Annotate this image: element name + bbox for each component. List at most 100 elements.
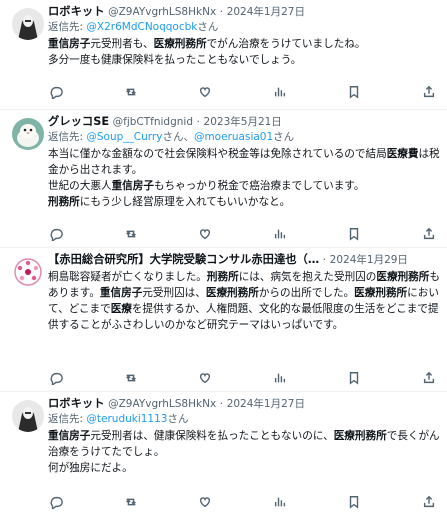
reply-mention-link[interactable]: @Soup__Curry [86,131,162,143]
like-icon[interactable] [197,494,213,510]
retweet-icon[interactable] [123,84,139,100]
tweet-body: ロボキット @Z9AYvgrhLS8HkNx · 2024年1月27日 返信先:… [48,4,441,68]
tweet-text: 重信房子元受刑者も、医療刑務所でがん治療をうけていましたね。多分一度も健康保険料… [48,36,441,68]
avatar[interactable] [12,8,44,40]
display-name[interactable]: 【赤田総合研究所】大学院受験コンサル赤田達也（… [48,253,319,266]
highlighted-term: 刑務所 [206,271,239,283]
like-icon[interactable] [197,226,213,242]
highlighted-term: 医療刑務所 [333,430,387,442]
handle[interactable]: @Z9AYvgrhLS8HkNx [108,6,216,18]
tweet-text: 重信房子元受刑者は、健康保険料を払ったこともないのに、医療刑務所で長くがん治療を… [48,428,441,476]
reply-prefix: 返信先: [48,21,87,33]
reply-icon[interactable] [48,494,64,510]
highlighted-term: 重信房子 [48,38,91,50]
text-segment: には、病気を抱えた受刑囚の [238,271,377,283]
bookmark-icon[interactable] [346,84,362,100]
text-segment: 本当に僅かな金額なので社会保険料や税金等は免除されているので結局 [48,148,387,160]
tweet-body: グレッコSE @fjbCTfnidgnid · 2023年5月21日 返信先: … [48,114,441,210]
tweet-paragraph: 本当に僅かな金額なので社会保険料や税金等は免除されているので結局医療費は税金から… [48,146,441,178]
views-icon[interactable] [272,84,288,100]
reply-prefix: 返信先: [48,413,87,425]
text-segment: 元受刑者も、 [90,38,154,50]
action-bar [48,84,437,100]
display-name[interactable]: ロボキット [48,5,105,18]
highlighted-term: 医療刑務所 [153,38,207,50]
text-segment: にもう少し経営原理を入れてもいいかなと。 [79,196,291,208]
tweet-1[interactable]: ロボキット @Z9AYvgrhLS8HkNx · 2024年1月27日 返信先:… [0,0,447,110]
reply-mention-link[interactable]: @teruduki1113 [86,413,167,425]
avatar[interactable] [12,256,44,288]
avatar[interactable] [12,118,44,150]
reply-to-line: 返信先: @teruduki1113さん [48,413,189,425]
views-icon[interactable] [272,226,288,242]
display-name[interactable]: グレッコSE [48,115,109,128]
tweet-body: 【赤田総合研究所】大学院受験コンサル赤田達也（… · 2024年1月29日 桐島… [48,252,441,333]
highlighted-term: 医療 [110,303,132,315]
tweet-2[interactable]: グレッコSE @fjbCTfnidgnid · 2023年5月21日 返信先: … [0,110,447,248]
reply-icon[interactable] [48,226,64,242]
action-bar [48,226,437,242]
highlighted-term: 重信房子 [48,430,91,442]
text-segment: でがん治療をうけていましたね。 [206,38,366,50]
highlighted-term: 医療刑務所 [205,287,259,299]
action-bar [48,370,437,386]
highlighted-term: 重信房子 [99,287,143,299]
share-icon[interactable] [421,370,437,386]
handle[interactable]: @fjbCTfnidgnid [113,116,193,128]
tweet-paragraph: 刑務所にもう少し経営原理を入れてもいいかなと。 [48,194,441,210]
like-icon[interactable] [197,84,213,100]
bookmark-icon[interactable] [346,494,362,510]
tweet-paragraph: 桐島聡容疑者が亡くなりました。刑務所には、病気を抱えた受刑囚の医療刑務所もありま… [48,269,441,333]
reply-mention-link[interactable]: @X2r6MdCNoqqocbk [86,21,197,33]
highlighted-term: 重信房子 [111,180,154,192]
action-bar [48,494,437,510]
text-segment: 何が独房にだよ。 [48,462,133,474]
bookmark-icon[interactable] [346,226,362,242]
tweet-paragraph: 世紀の大悪人重信房子もちゃっかり税金で癌治療までしています。 [48,178,441,194]
display-name[interactable]: ロボキット [48,397,105,410]
tweet-paragraph: 重信房子元受刑者も、医療刑務所でがん治療をうけていましたね。 [48,36,441,52]
retweet-icon[interactable] [123,226,139,242]
share-icon[interactable] [421,84,437,100]
tweet-4[interactable]: ロボキット @Z9AYvgrhLS8HkNx · 2024年1月27日 返信先:… [0,392,447,515]
tweet-3[interactable]: 【赤田総合研究所】大学院受験コンサル赤田達也（… · 2024年1月29日 桐島… [0,248,447,392]
tweet-header: 【赤田総合研究所】大学院受験コンサル赤田達也（… · 2024年1月29日 [48,253,408,266]
views-icon[interactable] [272,370,288,386]
text-segment: 多分一度も健康保険料を払ったこともないでしょう。 [48,54,302,66]
share-icon[interactable] [421,226,437,242]
highlighted-term: 医療刑務所 [354,287,408,299]
views-icon[interactable] [272,494,288,510]
retweet-icon[interactable] [123,370,139,386]
retweet-icon[interactable] [123,494,139,510]
avatar[interactable] [12,400,44,432]
text-segment: 桐島聡容疑者が亡くなりました。 [48,271,207,283]
tweet-paragraph: 何が独房にだよ。 [48,460,441,476]
text-segment: 世紀の大悪人 [48,180,112,192]
timestamp[interactable]: 2024年1月29日 [330,254,408,266]
reply-icon[interactable] [48,84,64,100]
bookmark-icon[interactable] [346,370,362,386]
text-segment: からの出所でした。 [258,287,355,299]
tweet-header: ロボキット @Z9AYvgrhLS8HkNx · 2024年1月27日 [48,397,305,410]
reply-to-line: 返信先: @Soup__Curryさん、@moeruasia01さん [48,131,295,143]
highlighted-term: 医療刑務所 [376,271,430,283]
like-icon[interactable] [197,370,213,386]
highlighted-term: 刑務所 [48,196,80,208]
tweet-text: 桐島聡容疑者が亡くなりました。刑務所には、病気を抱えた受刑囚の医療刑務所もありま… [48,269,441,333]
text-segment: もちゃっかり税金で癌治療までしています。 [153,180,365,192]
timestamp[interactable]: 2024年1月27日 [227,6,305,18]
tweet-paragraph: 重信房子元受刑者は、健康保険料を払ったこともないのに、医療刑務所で長くがん治療を… [48,428,441,460]
text-segment: 元受刑囚は、 [142,287,206,299]
tweet-header: グレッコSE @fjbCTfnidgnid · 2023年5月21日 [48,115,282,128]
tweet-body: ロボキット @Z9AYvgrhLS8HkNx · 2024年1月27日 返信先:… [48,396,441,476]
timestamp[interactable]: 2023年5月21日 [204,116,282,128]
timestamp[interactable]: 2024年1月27日 [227,398,305,410]
text-segment: 元受刑者は、健康保険料を払ったこともないのに、 [90,430,334,442]
reply-icon[interactable] [48,370,64,386]
tweet-paragraph: 多分一度も健康保険料を払ったこともないでしょう。 [48,52,441,68]
highlighted-term: 医療費 [386,148,419,160]
handle[interactable]: @Z9AYvgrhLS8HkNx [108,398,216,410]
reply-mention-link[interactable]: @moeruasia01 [194,131,273,143]
reply-prefix: 返信先: [48,131,87,143]
share-icon[interactable] [421,494,437,510]
